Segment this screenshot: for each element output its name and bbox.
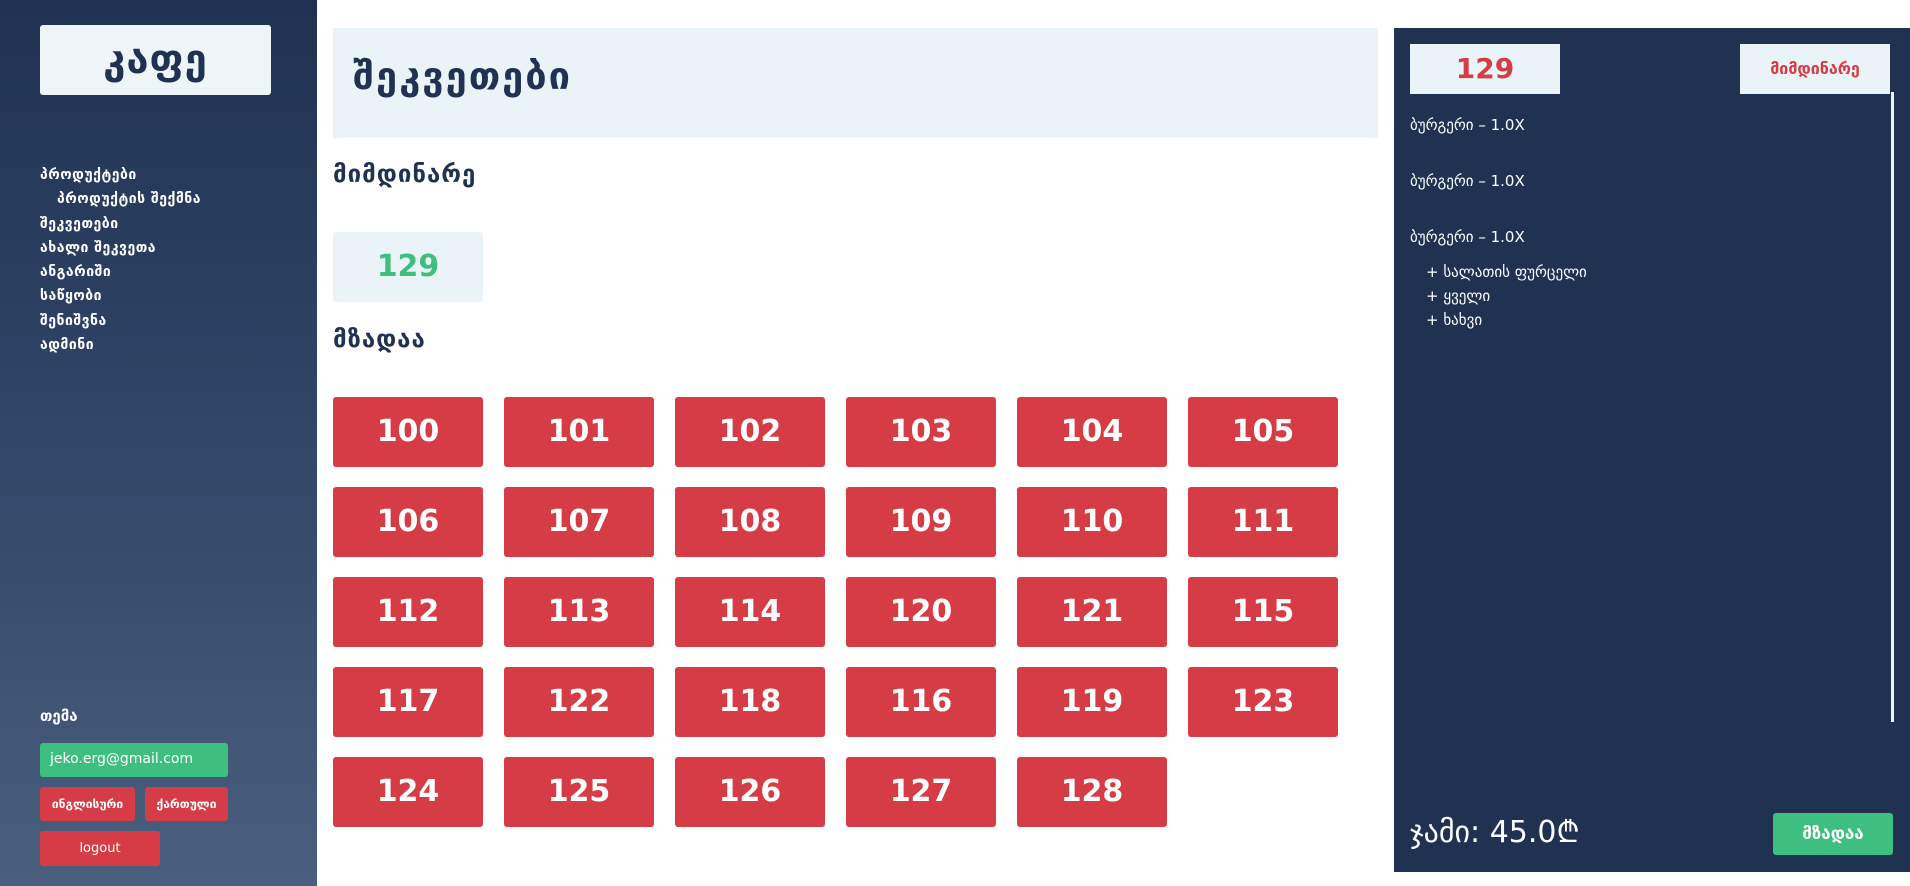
- ready-order-button[interactable]: 114: [675, 577, 825, 647]
- ready-order-button[interactable]: 117: [333, 667, 483, 737]
- sidebar-nav-item[interactable]: პროდუქტის შექმნა: [40, 187, 300, 211]
- ready-order-button[interactable]: 112: [333, 577, 483, 647]
- panel-scrollbar[interactable]: [1891, 92, 1894, 722]
- sidebar-nav: პროდუქტები პროდუქტის შექმნა შეკვეთები ახალი…: [40, 163, 300, 357]
- ready-order-button[interactable]: 125: [504, 757, 654, 827]
- ready-order-button[interactable]: 102: [675, 397, 825, 467]
- order-item-addon: + ყველი: [1426, 287, 1491, 305]
- sidebar-nav-item[interactable]: შეკვეთები: [40, 212, 300, 236]
- ready-order-button[interactable]: 127: [846, 757, 996, 827]
- order-detail-panel: 129 მიმდინარე ბურგერი – 1.0X ბურგერი – 1.…: [1394, 28, 1910, 872]
- order-item: ბურგერი – 1.0X + სალათის ფურცელი + ყველი + …: [1410, 228, 1880, 332]
- ready-order-button[interactable]: 119: [1017, 667, 1167, 737]
- ready-order-button[interactable]: 107: [504, 487, 654, 557]
- ready-order-button[interactable]: 116: [846, 667, 996, 737]
- sidebar-nav-item[interactable]: ადმინი: [40, 333, 300, 357]
- ready-order-button[interactable]: 128: [1017, 757, 1167, 827]
- order-item: ბურგერი – 1.0X: [1410, 116, 1880, 134]
- theme-label: თემა: [40, 707, 78, 725]
- sidebar-nav-item[interactable]: საწყობი: [40, 284, 300, 308]
- english-language-button[interactable]: ინგლისური: [40, 787, 135, 821]
- ready-order-button[interactable]: 118: [675, 667, 825, 737]
- sidebar-nav-item[interactable]: ანგარიში: [40, 260, 300, 284]
- ready-order-button[interactable]: 103: [846, 397, 996, 467]
- ready-order-button[interactable]: 115: [1188, 577, 1338, 647]
- ready-order-button[interactable]: 121: [1017, 577, 1167, 647]
- user-email-button[interactable]: jeko.erg@gmail.com: [40, 743, 228, 777]
- order-item-line: ბურგერი – 1.0X: [1410, 228, 1525, 246]
- sidebar-nav-item[interactable]: პროდუქტები: [40, 163, 300, 187]
- ready-order-button[interactable]: 101: [504, 397, 654, 467]
- sidebar: კაფე პროდუქტები პროდუქტის შექმნა შეკვეთები…: [0, 0, 317, 886]
- ready-order-button[interactable]: 106: [333, 487, 483, 557]
- ready-order-button[interactable]: 109: [846, 487, 996, 557]
- selected-order-number: 129: [1410, 44, 1560, 94]
- ready-order-button[interactable]: 108: [675, 487, 825, 557]
- ready-order-button[interactable]: 113: [504, 577, 654, 647]
- logout-button[interactable]: logout: [40, 831, 160, 866]
- ready-order-button[interactable]: 120: [846, 577, 996, 647]
- current-order-button[interactable]: 129: [333, 232, 483, 302]
- georgian-language-button[interactable]: ქართული: [145, 787, 228, 821]
- ready-orders-heading: მზადაა: [333, 325, 426, 353]
- order-item: ბურგერი – 1.0X: [1410, 172, 1880, 190]
- ready-order-button[interactable]: 123: [1188, 667, 1338, 737]
- mark-ready-button[interactable]: მზადაა: [1773, 813, 1893, 855]
- sidebar-nav-item[interactable]: შენიშვნა: [40, 309, 300, 333]
- ready-order-button[interactable]: 122: [504, 667, 654, 737]
- order-item-line: ბურგერი – 1.0X: [1410, 172, 1525, 190]
- ready-order-button[interactable]: 126: [675, 757, 825, 827]
- ready-order-button[interactable]: 100: [333, 397, 483, 467]
- ready-order-button[interactable]: 111: [1188, 487, 1338, 557]
- order-item-addon: + ხახვი: [1426, 311, 1483, 329]
- order-status-button[interactable]: მიმდინარე: [1740, 44, 1890, 94]
- ready-order-button[interactable]: 124: [333, 757, 483, 827]
- order-total: ჯამი: 45.0₾: [1410, 815, 1580, 850]
- logo-text: კაფე: [103, 37, 208, 83]
- current-orders-heading: მიმდინარე: [333, 160, 477, 188]
- ready-order-button[interactable]: 110: [1017, 487, 1167, 557]
- page-header: შეკვეთები: [333, 28, 1378, 138]
- page-title: შეკვეთები: [353, 54, 573, 98]
- logo[interactable]: კაფე: [40, 25, 271, 95]
- ready-order-button[interactable]: 105: [1188, 397, 1338, 467]
- ready-order-button[interactable]: 104: [1017, 397, 1167, 467]
- order-item-line: ბურგერი – 1.0X: [1410, 116, 1525, 134]
- sidebar-nav-item[interactable]: ახალი შეკვეთა: [40, 236, 300, 260]
- app: კაფე პროდუქტები პროდუქტის შექმნა შეკვეთები…: [0, 0, 1910, 886]
- order-items-list: ბურგერი – 1.0X ბურგერი – 1.0X ბურგერი – 1.…: [1410, 116, 1880, 370]
- order-item-addon: + სალათის ფურცელი: [1426, 263, 1587, 281]
